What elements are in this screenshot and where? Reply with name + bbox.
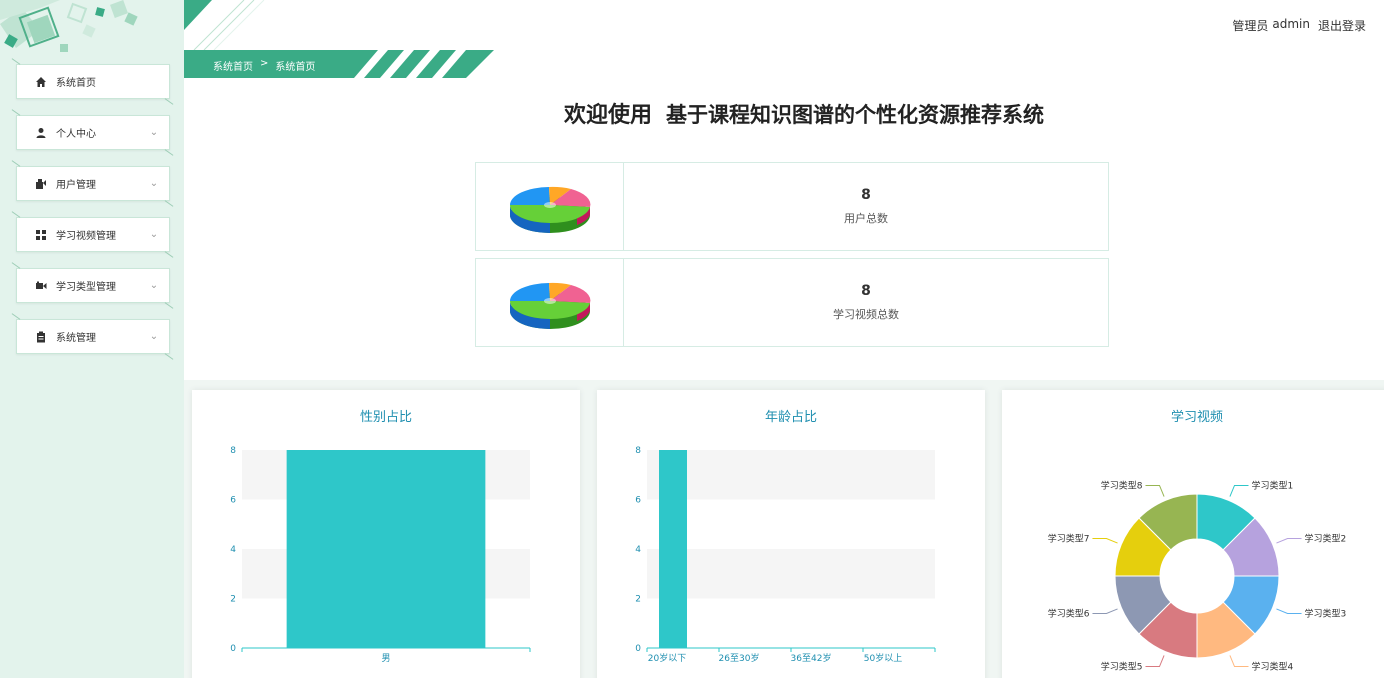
slice-label: 学习类型1 xyxy=(1252,479,1294,491)
chevron-down-icon: ⌄ xyxy=(149,127,159,138)
sidebar-item-3[interactable]: 用户管理 ⌄ xyxy=(16,166,170,201)
slice-label: 学习类型7 xyxy=(1048,532,1090,544)
sidebar-decoration xyxy=(0,0,184,64)
breadcrumb-separator: > xyxy=(260,58,269,69)
stat-card-users: 8 用户总数 xyxy=(475,162,1109,251)
sidebar-item-label: 系统管理 xyxy=(56,333,96,344)
slice-label: 学习类型2 xyxy=(1305,532,1347,544)
breadcrumb-item-current: 系统首页 xyxy=(275,62,316,73)
pie-chart-icon xyxy=(509,282,590,329)
slice-label: 学习类型6 xyxy=(1048,608,1090,620)
video-type-donut-chart: 学习类型1 学习类型2 学习类型3 学习类型4 学习类型5 学习类型6 学习类型7 学习类型8 xyxy=(1048,479,1347,673)
user-info: 管理员 admin 退出登录 xyxy=(1232,17,1366,34)
sidebar-item-label: 系统首页 xyxy=(56,78,96,89)
stat-body: 8 用户总数 xyxy=(624,163,1108,250)
sidebar-item-label: 个人中心 xyxy=(56,129,96,140)
x-tick-label: 26至30岁 xyxy=(719,652,760,664)
users-icon xyxy=(36,178,46,189)
user-icon xyxy=(36,127,46,138)
clipboard-icon xyxy=(37,331,45,342)
y-tick-label: 0 xyxy=(635,644,641,654)
gender-chart-panel: 性别占比 02468男 xyxy=(192,390,580,678)
sidebar-menu: 系统首页个人中心 ⌄ 用户管理 ⌄ 学习视频管理 ⌄ 学习类型管理 ⌄ 系统管理 ⌄ xyxy=(16,64,170,370)
sidebar-item-2[interactable]: 个人中心 ⌄ xyxy=(16,115,170,150)
gender-bar-chart: 0 2 4 6 8 男 xyxy=(230,446,531,664)
pie-chart-icon xyxy=(509,186,590,233)
y-tick-label: 4 xyxy=(635,545,641,555)
home-icon xyxy=(36,76,46,87)
y-tick-label: 8 xyxy=(230,446,236,456)
grid-band xyxy=(647,450,935,500)
label-leader xyxy=(1229,655,1249,668)
label-leader xyxy=(1276,537,1302,544)
sidebar-item-6[interactable]: 系统管理 ⌄ xyxy=(16,319,170,354)
chevron-down-icon: ⌄ xyxy=(149,280,159,291)
label-leader xyxy=(1229,484,1249,497)
sidebar-item-4[interactable]: 学习视频管理 ⌄ xyxy=(16,217,170,252)
slice-label: 学习类型3 xyxy=(1305,608,1347,620)
welcome-prefix: 欢迎使用 xyxy=(564,103,653,128)
label-leader xyxy=(1092,608,1118,615)
sidebar-item-label: 学习类型管理 xyxy=(56,282,116,293)
bar xyxy=(286,450,486,648)
video-icon xyxy=(36,281,47,289)
stat-icon-cell xyxy=(476,259,624,346)
welcome-title: 欢迎使用 基于课程知识图谱的个性化资源推荐系统 xyxy=(564,97,1044,129)
stat-card-videos: 8 学习视频总数 xyxy=(475,258,1109,347)
label-leader xyxy=(1145,484,1165,497)
stat-value: 8 xyxy=(861,187,871,203)
sidebar-item-1[interactable]: 系统首页 xyxy=(16,64,170,99)
role-label: 管理员 xyxy=(1232,19,1269,33)
grid-icon xyxy=(36,229,46,240)
system-name: 基于课程知识图谱的个性化资源推荐系统 xyxy=(666,102,1045,127)
x-tick-label: 50岁以上 xyxy=(864,652,902,664)
sidebar-item-label: 学习视频管理 xyxy=(56,231,116,242)
stat-label: 学习视频总数 xyxy=(833,308,899,321)
chevron-down-icon: ⌄ xyxy=(149,178,159,189)
grid-band xyxy=(647,598,935,648)
label-leader xyxy=(1092,537,1118,544)
chevron-down-icon: ⌄ xyxy=(149,331,159,342)
breadcrumb: 系统首页 > 系统首页 xyxy=(213,58,315,73)
y-tick-label: 6 xyxy=(230,496,236,506)
y-tick-label: 4 xyxy=(230,545,236,555)
stat-icon-cell xyxy=(476,163,624,250)
breadcrumb-item-home[interactable]: 系统首页 xyxy=(213,58,253,73)
slice-label: 学习类型5 xyxy=(1101,661,1143,673)
age-chart-panel: 年龄占比 0 2 4 6 8 20岁以下 26至30岁 36至42岁 50岁以上 xyxy=(597,390,985,678)
age-bar-chart: 0 2 4 6 8 20岁以下 26至30岁 36至42岁 50岁以上 xyxy=(635,446,936,664)
label-leader xyxy=(1145,655,1165,668)
y-tick-label: 0 xyxy=(230,644,236,654)
y-tick-label: 2 xyxy=(635,595,641,605)
y-tick-label: 8 xyxy=(635,446,641,456)
label-leader xyxy=(1276,608,1302,615)
x-tick-label: 男 xyxy=(381,653,390,664)
stat-label: 用户总数 xyxy=(844,212,888,225)
x-tick-label: 20岁以下 xyxy=(648,652,686,664)
sidebar: 系统首页个人中心 ⌄ 用户管理 ⌄ 学习视频管理 ⌄ 学习类型管理 ⌄ 系统管理 ⌄ xyxy=(0,0,184,678)
grid-band xyxy=(647,499,935,549)
slice-label: 学习类型4 xyxy=(1252,661,1294,673)
stat-body: 8 学习视频总数 xyxy=(624,259,1108,346)
video-chart-panel: 学习视频 学习类型1 学习类型2 学习类型3 学习类型4 学习类型5 学习类型6 学习类型7… xyxy=(1002,390,1384,678)
slice-label: 学习类型8 xyxy=(1101,479,1143,491)
bar xyxy=(659,450,687,648)
y-tick-label: 2 xyxy=(230,595,236,605)
y-tick-label: 6 xyxy=(635,496,641,506)
sidebar-item-label: 用户管理 xyxy=(56,180,96,191)
stat-value: 8 xyxy=(861,283,871,299)
grid-band xyxy=(647,549,935,599)
x-tick-label: 36至42岁 xyxy=(791,652,832,664)
username: admin xyxy=(1272,17,1310,31)
chevron-down-icon: ⌄ xyxy=(149,229,159,240)
logout-link[interactable]: 退出登录 xyxy=(1318,17,1366,34)
header-decoration xyxy=(184,0,265,50)
sidebar-item-5[interactable]: 学习类型管理 ⌄ xyxy=(16,268,170,303)
